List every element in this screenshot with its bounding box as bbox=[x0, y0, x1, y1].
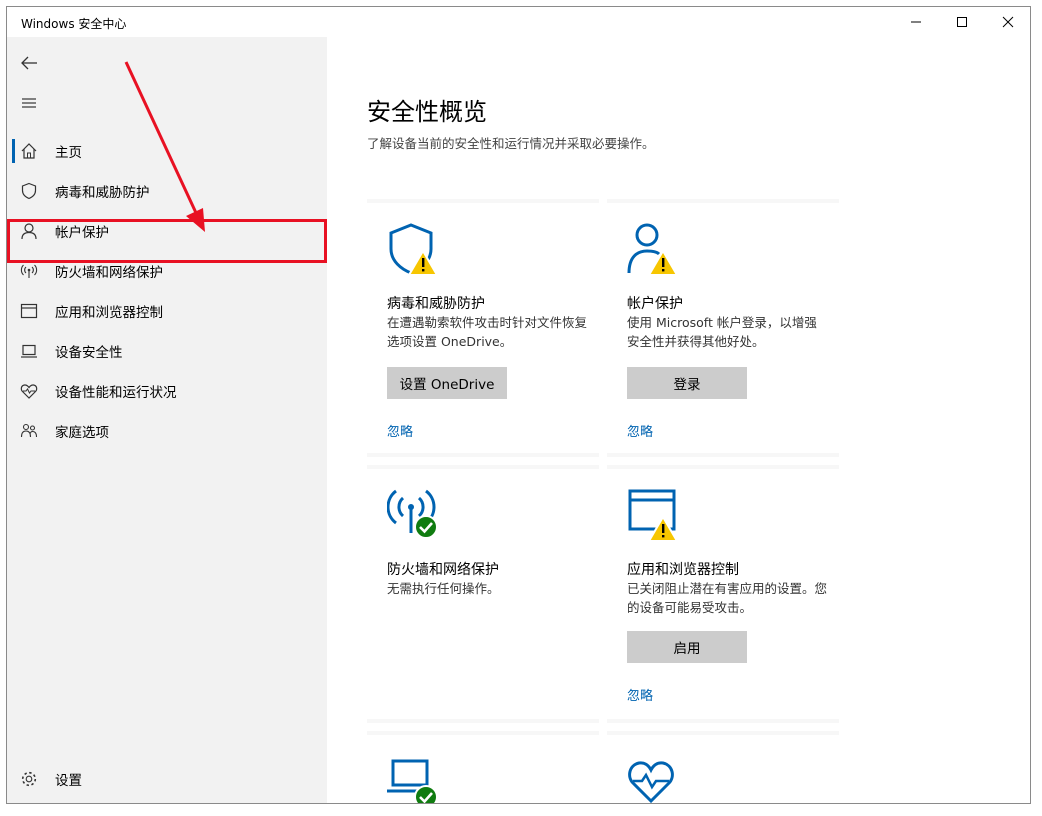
sidebar-item-label: 设置 bbox=[55, 773, 82, 789]
window-title: Windows 安全中心 bbox=[21, 17, 127, 31]
app-window-icon bbox=[19, 301, 39, 321]
sidebar-item-label: 主页 bbox=[55, 145, 82, 161]
gear-icon bbox=[19, 769, 39, 789]
back-arrow-icon bbox=[19, 53, 39, 73]
sign-in-button[interactable]: 登录 bbox=[627, 367, 747, 399]
close-icon bbox=[1002, 16, 1014, 28]
card-description: 使用 Microsoft 帐户登录，以增强安全性并获得其他好处。 bbox=[627, 315, 817, 349]
menu-button[interactable] bbox=[7, 83, 327, 123]
laptop-icon bbox=[19, 341, 39, 361]
shield-icon bbox=[19, 181, 39, 201]
card-title: 防火墙和网络保护 bbox=[387, 562, 499, 578]
close-button[interactable] bbox=[985, 7, 1030, 37]
shield-warning-icon bbox=[387, 221, 443, 277]
laptop-ok-icon bbox=[387, 753, 443, 803]
sidebar-item-label: 设备性能和运行状况 bbox=[55, 385, 177, 401]
sidebar-item-home[interactable]: 主页 bbox=[7, 131, 327, 171]
person-warning-icon bbox=[627, 221, 683, 277]
dismiss-link[interactable]: 忽略 bbox=[387, 421, 413, 440]
app-window: Windows 安全中心 主页 病毒和威胁防护 帐户保护 防火墙和网络保护 应用… bbox=[6, 6, 1031, 804]
card-description: 无需执行任何操作。 bbox=[387, 581, 500, 596]
dismiss-link[interactable]: 忽略 bbox=[627, 685, 653, 704]
sidebar-item-label: 家庭选项 bbox=[55, 425, 109, 441]
minimize-icon bbox=[911, 21, 921, 23]
heart-pulse-icon bbox=[19, 381, 39, 401]
card-title: 应用和浏览器控制 bbox=[627, 562, 739, 578]
card-firewall: 防火墙和网络保护 无需执行任何操作。 bbox=[367, 469, 599, 719]
sidebar-item-virus-protection[interactable]: 病毒和威胁防护 bbox=[7, 171, 327, 211]
wifi-antenna-ok-icon bbox=[386, 487, 443, 543]
maximize-button[interactable] bbox=[939, 7, 985, 37]
main-content: 安全性概览 了解设备当前的安全性和运行情况并采取必要操作。 病毒和威胁防护 在遭… bbox=[327, 37, 1030, 803]
sidebar-item-label: 设备安全性 bbox=[55, 345, 123, 361]
maximize-icon bbox=[957, 17, 967, 27]
title-bar: Windows 安全中心 bbox=[7, 7, 1030, 37]
wifi-antenna-icon bbox=[19, 261, 39, 281]
sidebar-item-device-security[interactable]: 设备安全性 bbox=[7, 331, 327, 371]
card-app-browser-control: 应用和浏览器控制 已关闭阻止潜在有害应用的设置。您的设备可能易受攻击。 启用 忽… bbox=[607, 469, 839, 719]
card-description: 已关闭阻止潜在有害应用的设置。您的设备可能易受攻击。 bbox=[627, 581, 828, 615]
page-subtitle: 了解设备当前的安全性和运行情况并采取必要操作。 bbox=[367, 136, 655, 151]
card-device-health bbox=[607, 735, 839, 803]
card-title: 病毒和威胁防护 bbox=[387, 296, 485, 312]
card-virus-protection: 病毒和威胁防护 在遭遇勒索软件攻击时针对文件恢复选项设置 OneDrive。 设… bbox=[367, 203, 599, 453]
dismiss-link[interactable]: 忽略 bbox=[627, 421, 653, 440]
setup-onedrive-button[interactable]: 设置 OneDrive bbox=[387, 367, 507, 399]
minimize-button[interactable] bbox=[893, 7, 939, 37]
sidebar-item-label: 病毒和威胁防护 bbox=[55, 185, 150, 201]
sidebar-item-app-browser-control[interactable]: 应用和浏览器控制 bbox=[7, 291, 327, 331]
page-title: 安全性概览 bbox=[367, 98, 487, 126]
card-title: 帐户保护 bbox=[627, 296, 683, 312]
sidebar-item-label: 应用和浏览器控制 bbox=[55, 305, 163, 321]
family-icon bbox=[19, 421, 39, 441]
sidebar-item-settings[interactable]: 设置 bbox=[7, 759, 327, 799]
sidebar-item-device-health[interactable]: 设备性能和运行状况 bbox=[7, 371, 327, 411]
enable-button[interactable]: 启用 bbox=[627, 631, 747, 663]
sidebar-item-label: 防火墙和网络保护 bbox=[55, 265, 163, 281]
card-device-security bbox=[367, 735, 599, 803]
card-account-protection: 帐户保护 使用 Microsoft 帐户登录，以增强安全性并获得其他好处。 登录… bbox=[607, 203, 839, 453]
highlight-box bbox=[7, 219, 327, 263]
heart-pulse-icon bbox=[627, 753, 683, 803]
back-button[interactable] bbox=[7, 43, 327, 83]
app-window-warning-icon bbox=[627, 487, 683, 543]
hamburger-icon bbox=[19, 93, 39, 113]
sidebar: 主页 病毒和威胁防护 帐户保护 防火墙和网络保护 应用和浏览器控制 设备安全性 … bbox=[7, 37, 327, 803]
sidebar-item-family-options[interactable]: 家庭选项 bbox=[7, 411, 327, 451]
card-description: 在遭遇勒索软件攻击时针对文件恢复选项设置 OneDrive。 bbox=[387, 315, 588, 349]
home-icon bbox=[19, 141, 39, 161]
